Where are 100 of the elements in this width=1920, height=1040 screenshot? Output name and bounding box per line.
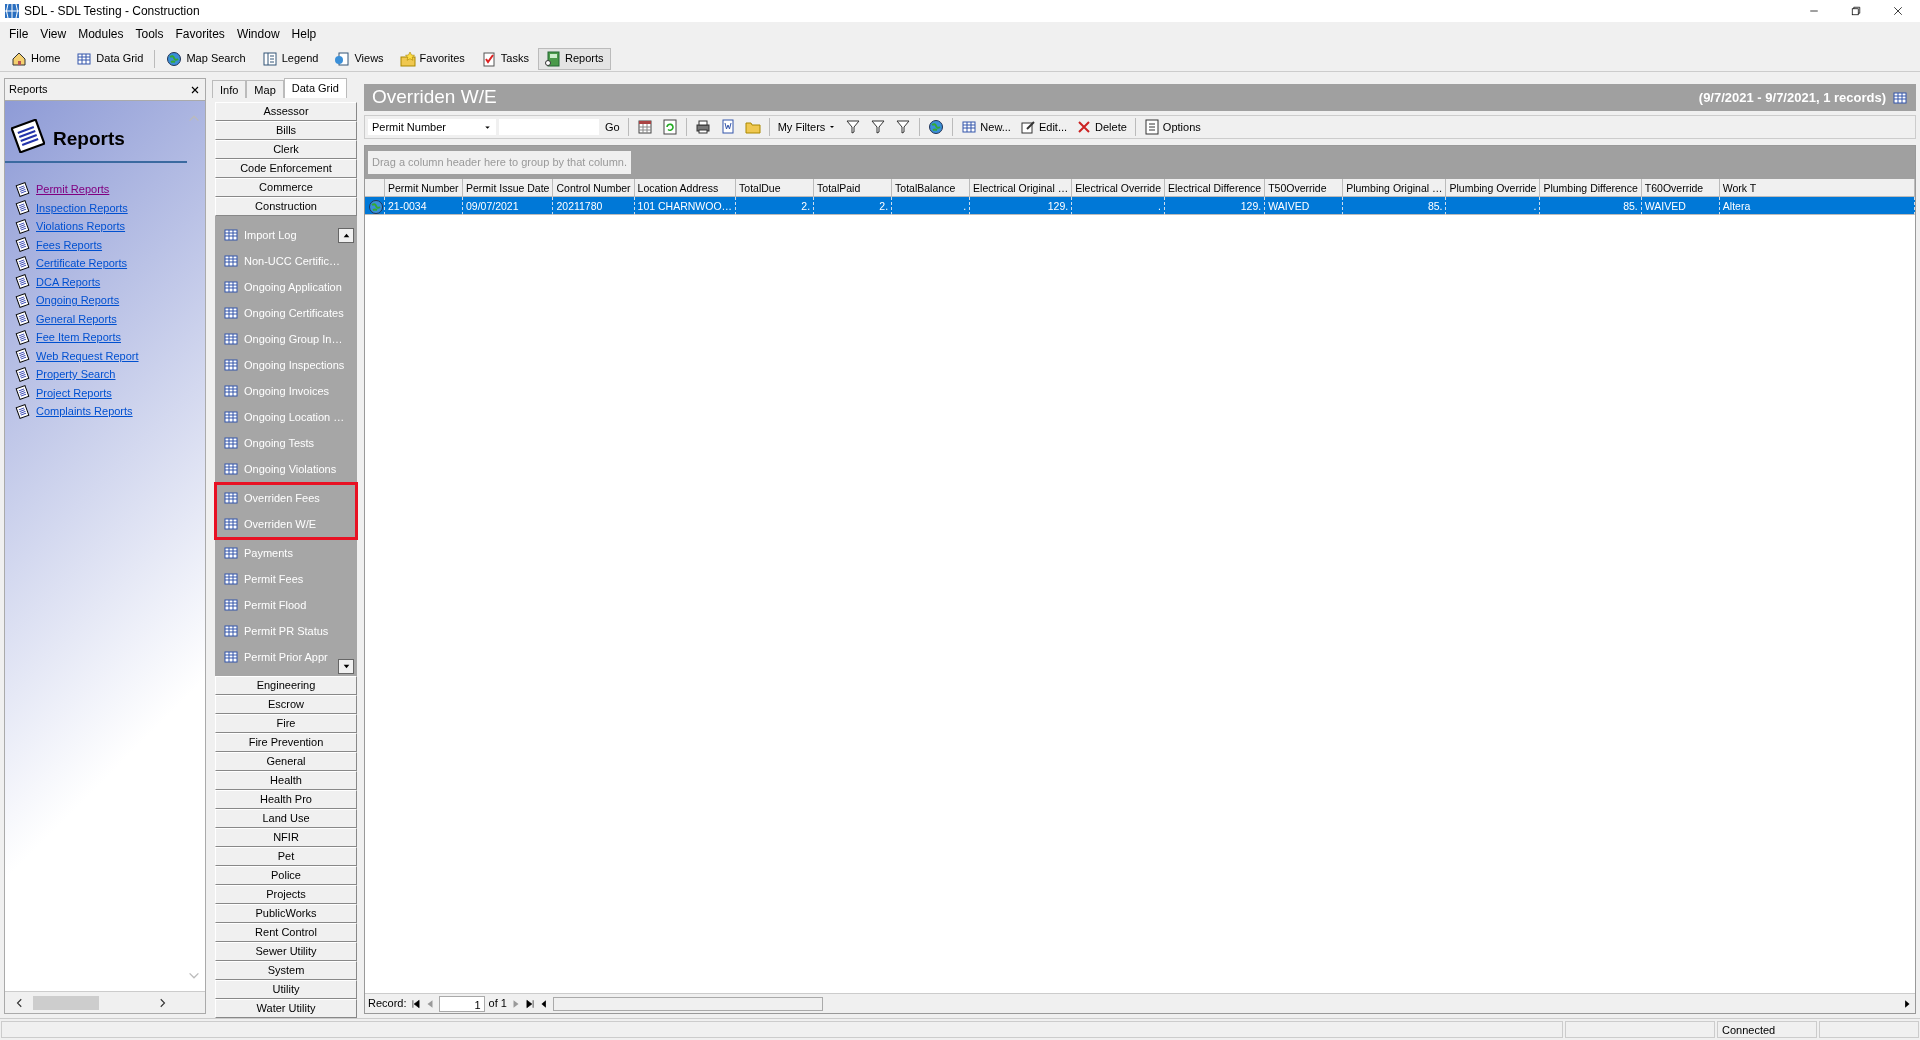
toolbar-button[interactable]: Edit... <box>1016 118 1071 136</box>
report-icon <box>15 366 30 382</box>
module-button[interactable]: Health <box>215 771 357 790</box>
table-icon <box>223 571 239 587</box>
module-button[interactable]: Utility <box>215 980 357 999</box>
menu-item[interactable]: Favorites <box>170 25 230 43</box>
table-icon <box>223 516 239 532</box>
module-button[interactable]: System <box>215 961 357 980</box>
module-button[interactable]: PublicWorks <box>215 904 357 923</box>
module-button[interactable]: Assessor <box>215 102 357 121</box>
module-button[interactable]: General <box>215 752 357 771</box>
report-icon <box>15 200 30 216</box>
restore-icon[interactable] <box>1850 5 1862 17</box>
module-button[interactable]: Bills <box>215 121 357 140</box>
caret-icon <box>828 123 837 131</box>
scroll-up-button[interactable] <box>338 228 354 243</box>
document-icon[interactable] <box>719 119 736 135</box>
horizontal-scrollbar[interactable] <box>552 996 823 1011</box>
module-button[interactable]: Rent Control <box>215 923 357 942</box>
table-icon <box>961 119 978 135</box>
report-link[interactable]: Permit Reports <box>36 181 110 198</box>
module-button[interactable]: NFIR <box>215 828 357 847</box>
filter-icon[interactable] <box>895 119 912 135</box>
module-button[interactable]: Police <box>215 866 357 885</box>
module-button[interactable]: Health Pro <box>215 790 357 809</box>
toolbar-button[interactable]: Favorites <box>392 47 472 70</box>
report-link[interactable]: Ongoing Reports <box>36 292 120 309</box>
globe-icon[interactable] <box>928 119 945 135</box>
toolbar-button[interactable]: Options <box>1140 118 1204 136</box>
module-button[interactable]: Construction <box>215 197 357 216</box>
report-icon <box>15 255 30 271</box>
house-icon <box>11 50 27 67</box>
module-button[interactable]: Commerce <box>215 178 357 197</box>
book-icon <box>545 50 561 67</box>
report-icon <box>15 311 30 327</box>
toolbar-button[interactable]: New... <box>958 118 1014 136</box>
go-button[interactable]: Go <box>602 118 623 136</box>
module-button[interactable]: Sewer Utility <box>215 942 357 961</box>
module-button[interactable]: Engineering <box>215 676 357 695</box>
module-button[interactable]: Escrow <box>215 695 357 714</box>
tab[interactable]: Data Grid <box>283 78 347 98</box>
module-button[interactable]: Fire Prevention <box>215 733 357 752</box>
report-link[interactable]: Certificate Reports <box>36 255 128 272</box>
report-link[interactable]: Inspection Reports <box>36 199 128 216</box>
close-icon[interactable] <box>1892 5 1904 17</box>
report-link[interactable]: Violations Reports <box>36 218 126 235</box>
record-number-field[interactable]: 1 <box>438 995 485 1012</box>
report-link[interactable]: General Reports <box>36 310 117 327</box>
module-button[interactable]: Fire <box>215 714 357 733</box>
report-link[interactable]: Fees Reports <box>36 236 103 253</box>
menu-item[interactable]: Tools <box>130 25 169 43</box>
report-link[interactable]: Property Search <box>36 366 116 383</box>
menu-item[interactable]: File <box>4 25 34 43</box>
refresh-icon[interactable] <box>661 119 678 135</box>
menu-item[interactable]: Window <box>231 25 285 43</box>
report-link[interactable]: Fee Item Reports <box>36 329 121 346</box>
toolbar-button[interactable]: Home <box>4 47 68 70</box>
legend-icon <box>261 50 278 67</box>
report-link[interactable]: Web Request Report <box>36 347 139 364</box>
folder-star-icon <box>399 50 416 67</box>
table-icon <box>223 279 239 295</box>
module-button[interactable]: Water Utility <box>215 999 357 1018</box>
toolbar-button[interactable]: Map Search <box>159 47 253 70</box>
menu-item[interactable]: Help <box>286 25 322 43</box>
module-button[interactable]: Pet <box>215 847 357 866</box>
report-icon <box>15 329 30 345</box>
filter-icon[interactable] <box>845 119 862 135</box>
report-icon <box>15 348 30 364</box>
report-link[interactable]: Complaints Reports <box>36 403 133 420</box>
report-link[interactable]: DCA Reports <box>36 273 101 290</box>
calendar-icon[interactable] <box>636 119 653 135</box>
panel-heading: Reports <box>53 126 125 151</box>
toolbar-button[interactable]: Reports <box>538 47 611 70</box>
tab[interactable]: Map <box>246 80 284 98</box>
tab[interactable]: Info <box>212 80 247 98</box>
toolbar-button[interactable]: Data Grid <box>69 47 151 70</box>
scroll-down-button[interactable] <box>338 659 354 674</box>
menu-item[interactable]: Modules <box>73 25 129 43</box>
last-record-icon[interactable] <box>524 997 535 1010</box>
toolbar-button[interactable]: Legend <box>254 47 326 70</box>
module-button[interactable]: Clerk <box>215 140 357 159</box>
toolbar-button[interactable]: Tasks <box>473 47 536 70</box>
report-link[interactable]: Project Reports <box>36 384 112 401</box>
toolbar-button[interactable]: Views <box>327 47 391 70</box>
module-button[interactable]: Projects <box>215 885 357 904</box>
module-button[interactable]: Code Enforcement <box>215 159 357 178</box>
window-title: SDL - SDL Testing - Construction <box>24 3 200 20</box>
scrollbar-thumb[interactable] <box>33 995 99 1010</box>
first-record-icon[interactable] <box>410 997 421 1010</box>
printer-icon[interactable] <box>694 119 711 135</box>
search-field-dropdown[interactable]: Permit Number <box>368 119 496 135</box>
module-button[interactable]: Land Use <box>215 809 357 828</box>
report-icon <box>15 385 30 401</box>
filters-menu-button[interactable]: My Filters <box>774 118 840 136</box>
table-icon <box>223 435 239 451</box>
toolbar-button[interactable]: Delete <box>1073 118 1130 136</box>
table-icon <box>223 331 239 347</box>
filter-icon[interactable] <box>870 119 887 135</box>
menu-item[interactable]: View <box>35 25 72 43</box>
connection-status: Connected <box>1717 1021 1817 1038</box>
